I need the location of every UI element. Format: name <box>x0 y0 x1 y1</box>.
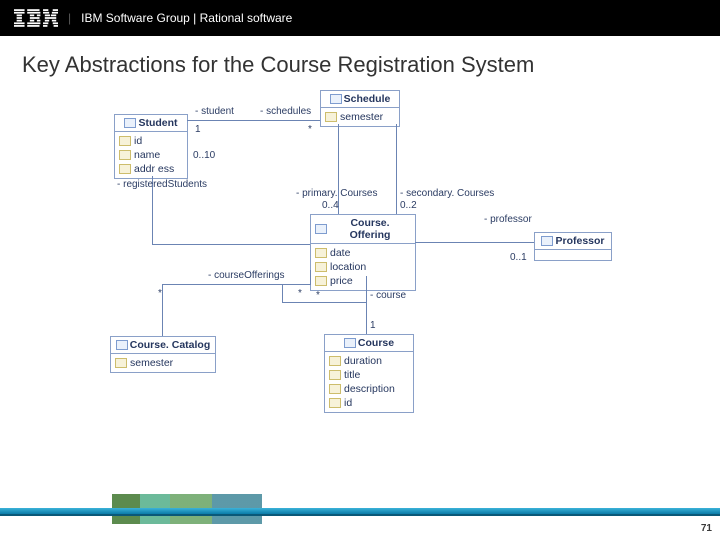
attr-label: addr ess <box>134 162 174 176</box>
assoc-line <box>282 302 366 303</box>
class-name: Student <box>138 117 177 129</box>
mult-label: * <box>316 290 320 301</box>
class-icon <box>116 340 128 350</box>
slide-title: Key Abstractions for the Course Registra… <box>0 36 720 78</box>
attr-icon <box>329 356 341 366</box>
class-name: Course <box>358 337 394 349</box>
class-icon <box>315 224 327 234</box>
attr-label: date <box>330 246 350 260</box>
attr-icon <box>329 384 341 394</box>
role-label: - schedules <box>260 106 311 117</box>
attr-label: id <box>344 396 352 410</box>
role-label: - course <box>370 290 406 301</box>
class-student: Student id name addr ess <box>114 114 188 179</box>
assoc-line <box>366 276 367 334</box>
class-icon <box>541 236 553 246</box>
header-breadcrumb: IBM Software Group | Rational software <box>81 11 292 25</box>
attr-icon <box>315 248 327 258</box>
class-schedule: Schedule semester <box>320 90 400 127</box>
mult-label: * <box>308 124 312 135</box>
attr-icon <box>325 112 337 122</box>
role-label: - secondary. Courses <box>400 188 494 199</box>
assoc-line <box>396 124 397 214</box>
mult-label: 0..10 <box>193 150 215 161</box>
mult-label: * <box>298 288 302 299</box>
assoc-line <box>152 244 310 245</box>
uml-diagram: Schedule semester Student id name addr e… <box>0 84 720 444</box>
attr-label: price <box>330 274 353 288</box>
role-label: - registeredStudents <box>117 179 207 190</box>
assoc-line <box>415 242 534 243</box>
class-course-catalog: Course. Catalog semester <box>110 336 216 373</box>
attr-label: description <box>344 382 395 396</box>
attr-icon <box>329 398 341 408</box>
role-label: - courseOfferings <box>208 270 285 281</box>
assoc-line <box>310 270 311 285</box>
attr-icon <box>115 358 127 368</box>
class-name: Professor <box>555 235 604 247</box>
page-number: 71 <box>701 523 712 534</box>
role-label: - student <box>195 106 234 117</box>
attr-label: duration <box>344 354 382 368</box>
class-icon <box>330 94 342 104</box>
mult-label: * <box>158 288 162 299</box>
attr-label: semester <box>340 110 383 124</box>
attr-icon <box>119 136 131 146</box>
attr-icon <box>315 276 327 286</box>
attr-icon <box>119 164 131 174</box>
attr-icon <box>315 262 327 272</box>
mult-label: 0..4 <box>322 200 339 211</box>
attr-icon <box>119 150 131 160</box>
assoc-line <box>187 120 320 121</box>
class-name: Course. Catalog <box>130 339 211 351</box>
class-course: Course duration title description id <box>324 334 414 413</box>
attr-label: name <box>134 148 160 162</box>
assoc-line <box>162 284 310 285</box>
class-name: Course. Offering <box>329 217 411 241</box>
header-separator: | <box>68 11 71 25</box>
attr-label: location <box>330 260 366 274</box>
assoc-line <box>162 284 163 336</box>
class-icon <box>124 118 136 128</box>
attr-label: semester <box>130 356 173 370</box>
role-label: - professor <box>484 214 532 225</box>
slide-footer: 71 <box>0 494 720 540</box>
ibm-logo <box>14 9 58 27</box>
mult-label: 0..1 <box>510 252 527 263</box>
attr-label: id <box>134 134 142 148</box>
mult-label: 1 <box>370 320 376 331</box>
role-label: - primary. Courses <box>296 188 378 199</box>
footer-bar <box>0 514 720 516</box>
class-icon <box>344 338 356 348</box>
attr-label: title <box>344 368 360 382</box>
class-professor: Professor <box>534 232 612 261</box>
class-course-offering: Course. Offering date location price <box>310 214 416 291</box>
slide-header: | IBM Software Group | Rational software <box>0 0 720 36</box>
assoc-line <box>282 284 283 302</box>
attr-icon <box>329 370 341 380</box>
class-name: Schedule <box>344 93 391 105</box>
mult-label: 1 <box>195 124 201 135</box>
mult-label: 0..2 <box>400 200 417 211</box>
